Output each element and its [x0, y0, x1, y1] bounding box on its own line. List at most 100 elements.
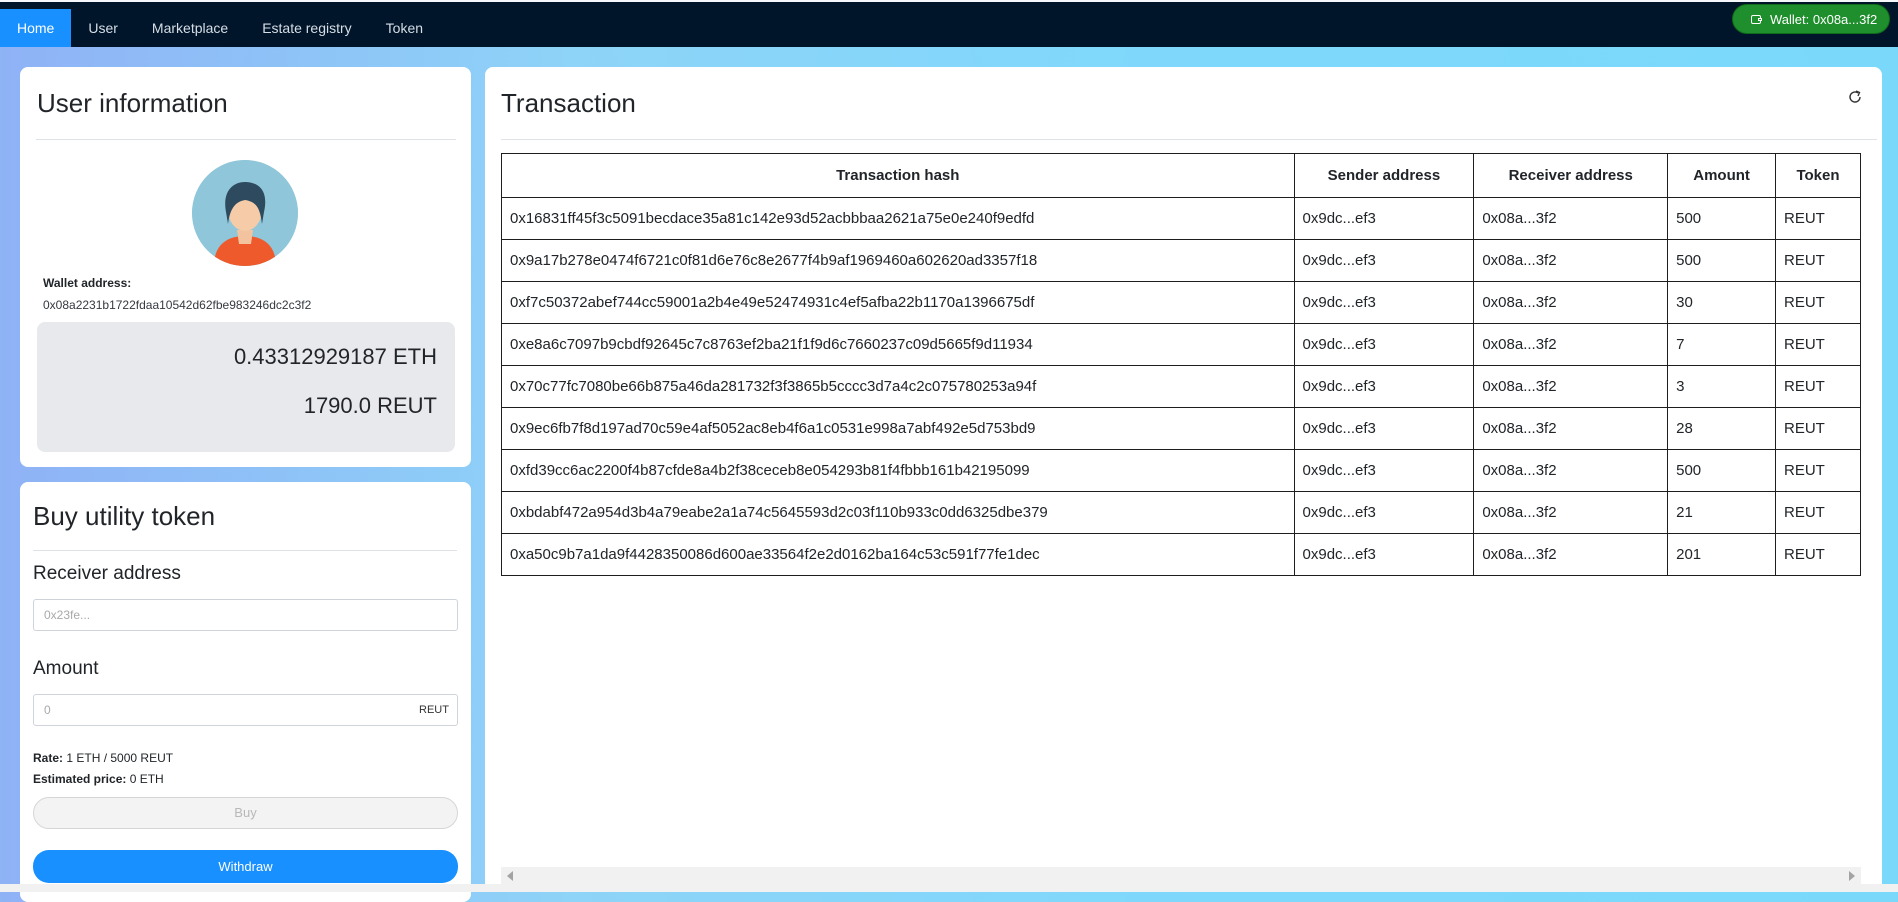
avatar-icon: [192, 160, 298, 266]
cell-token: REUT: [1775, 197, 1861, 240]
cell-token: REUT: [1775, 281, 1861, 324]
cell-receiver-address: 0x08a...3f2: [1473, 533, 1669, 576]
estimated-price-value: 0 ETH: [129, 772, 164, 786]
withdraw-button[interactable]: Withdraw: [33, 850, 458, 883]
nav-item-user[interactable]: User: [71, 9, 135, 47]
user-info-title: User information: [37, 88, 228, 118]
table-header-row: Transaction hash Sender address Receiver…: [501, 153, 1861, 198]
cell-token: REUT: [1775, 239, 1861, 282]
transaction-table: Transaction hash Sender address Receiver…: [501, 153, 1861, 576]
cell-receiver-address: 0x08a...3f2: [1473, 365, 1669, 408]
table-row: 0x9ec6fb7f8d197ad70c59e4af5052ac8eb4f6a1…: [501, 407, 1861, 450]
cell-sender-address: 0x9dc...ef3: [1293, 449, 1475, 492]
cell-transaction-hash: 0xa50c9b7a1da9f4428350086d600ae33564f2e2…: [501, 533, 1295, 576]
cell-amount: 28: [1667, 407, 1777, 450]
divider: [36, 139, 456, 140]
cell-receiver-address: 0x08a...3f2: [1473, 197, 1669, 240]
rate-line: Rate: 1 ETH / 5000 REUT: [33, 751, 173, 765]
table-row: 0xe8a6c7097b9cbdf92645c7c8763ef2ba21f1f9…: [501, 323, 1861, 366]
cell-transaction-hash: 0x9ec6fb7f8d197ad70c59e4af5052ac8eb4f6a1…: [501, 407, 1295, 450]
wallet-address-value: 0x08a2231b1722fdaa10542d62fbe983246dc2c3…: [43, 298, 312, 312]
cell-amount: 500: [1667, 239, 1777, 282]
table-row: 0x16831ff45f3c5091becdace35a81c142e93d52…: [501, 197, 1861, 240]
cell-sender-address: 0x9dc...ef3: [1293, 407, 1475, 450]
cell-receiver-address: 0x08a...3f2: [1473, 323, 1669, 366]
scroll-right-arrow-icon[interactable]: [1849, 871, 1855, 881]
cell-receiver-address: 0x08a...3f2: [1473, 239, 1669, 282]
nav-item-marketplace[interactable]: Marketplace: [135, 9, 245, 47]
nav-item-home[interactable]: Home: [0, 9, 72, 47]
balance-box: 0.43312929187 ETH 1790.0 REUT: [37, 322, 455, 452]
cell-transaction-hash: 0xfd39cc6ac2200f4b87cfde8a4b2f38ceceb8e0…: [501, 449, 1295, 492]
receiver-address-input[interactable]: [33, 599, 458, 631]
column-header-transaction-hash: Transaction hash: [501, 153, 1295, 198]
buy-token-card: Buy utility token: [20, 482, 471, 902]
cell-sender-address: 0x9dc...ef3: [1293, 281, 1475, 324]
nav-item-token[interactable]: Token: [369, 9, 440, 47]
cell-transaction-hash: 0x9a17b278e0474f6721c0f81d6e76c8e2677f4b…: [501, 239, 1295, 282]
amount-unit-addon: REUT: [411, 694, 458, 726]
column-header-token: Token: [1775, 153, 1861, 198]
wallet-button[interactable]: Wallet: 0x08a...3f2: [1732, 4, 1890, 34]
cell-token: REUT: [1775, 449, 1861, 492]
cell-sender-address: 0x9dc...ef3: [1293, 491, 1475, 534]
rate-value: 1 ETH / 5000 REUT: [66, 751, 174, 765]
cell-receiver-address: 0x08a...3f2: [1473, 449, 1669, 492]
receiver-address-label: Receiver address: [33, 563, 181, 584]
cell-sender-address: 0x9dc...ef3: [1293, 365, 1475, 408]
scroll-left-arrow-icon[interactable]: [507, 871, 513, 881]
nav-item-estate-registry[interactable]: Estate registry: [245, 9, 368, 47]
cell-amount: 3: [1667, 365, 1777, 408]
estimated-price-label: Estimated price:: [33, 772, 127, 786]
wallet-button-label: Wallet: 0x08a...3f2: [1770, 12, 1878, 27]
cell-token: REUT: [1775, 407, 1861, 450]
cell-transaction-hash: 0x70c77fc7080be66b875a46da281732f3f3865b…: [501, 365, 1295, 408]
eth-balance: 0.43312929187 ETH: [233, 344, 437, 369]
top-navbar: Home User Marketplace Estate registry To…: [0, 0, 1898, 47]
table-row: 0x9a17b278e0474f6721c0f81d6e76c8e2677f4b…: [501, 239, 1861, 282]
reut-balance: 1790.0 REUT: [303, 393, 437, 418]
wallet-address-label: Wallet address:: [43, 276, 132, 290]
user-avatar: [192, 160, 298, 266]
table-row: 0xa50c9b7a1da9f4428350086d600ae33564f2e2…: [501, 533, 1861, 576]
cell-receiver-address: 0x08a...3f2: [1473, 407, 1669, 450]
column-header-sender-address: Sender address: [1293, 153, 1475, 198]
cell-token: REUT: [1775, 533, 1861, 576]
refresh-icon[interactable]: [1847, 89, 1863, 105]
table-row: 0xfd39cc6ac2200f4b87cfde8a4b2f38ceceb8e0…: [501, 449, 1861, 492]
divider: [501, 139, 1877, 140]
divider: [33, 550, 457, 551]
cell-token: REUT: [1775, 323, 1861, 366]
rate-label: Rate:: [33, 751, 64, 765]
cell-token: REUT: [1775, 491, 1861, 534]
column-header-amount: Amount: [1667, 153, 1777, 198]
transaction-table-body: 0x16831ff45f3c5091becdace35a81c142e93d52…: [501, 197, 1861, 576]
buy-token-title: Buy utility token: [33, 501, 216, 531]
cell-amount: 21: [1667, 491, 1777, 534]
cell-transaction-hash: 0xbdabf472a954d3b4a79eabe2a1a74c5645593d…: [501, 491, 1295, 534]
estimated-price-line: Estimated price: 0 ETH: [33, 772, 164, 786]
buy-button[interactable]: Buy: [33, 797, 458, 829]
amount-label: Amount: [33, 658, 99, 679]
transaction-title: Transaction: [501, 88, 636, 118]
cell-transaction-hash: 0xe8a6c7097b9cbdf92645c7c8763ef2ba21f1f9…: [501, 323, 1295, 366]
cell-sender-address: 0x9dc...ef3: [1293, 533, 1475, 576]
cell-token: REUT: [1775, 365, 1861, 408]
table-row: 0xbdabf472a954d3b4a79eabe2a1a74c5645593d…: [501, 491, 1861, 534]
table-row: 0x70c77fc7080be66b875a46da281732f3f3865b…: [501, 365, 1861, 408]
table-row: 0xf7c50372abef744cc59001a2b4e49e52474931…: [501, 281, 1861, 324]
cell-sender-address: 0x9dc...ef3: [1293, 323, 1475, 366]
top-strip: [0, 0, 1898, 2]
wallet-icon: [1751, 15, 1762, 24]
page-horizontal-scrollbar[interactable]: [0, 884, 1898, 892]
cell-receiver-address: 0x08a...3f2: [1473, 491, 1669, 534]
table-horizontal-scrollbar[interactable]: [501, 867, 1861, 884]
cell-amount: 500: [1667, 449, 1777, 492]
amount-input[interactable]: [33, 694, 412, 726]
nav-menu: Home User Marketplace Estate registry To…: [0, 9, 440, 47]
column-header-receiver-address: Receiver address: [1473, 153, 1669, 198]
cell-amount: 30: [1667, 281, 1777, 324]
cell-amount: 500: [1667, 197, 1777, 240]
cell-transaction-hash: 0xf7c50372abef744cc59001a2b4e49e52474931…: [501, 281, 1295, 324]
cell-sender-address: 0x9dc...ef3: [1293, 197, 1475, 240]
